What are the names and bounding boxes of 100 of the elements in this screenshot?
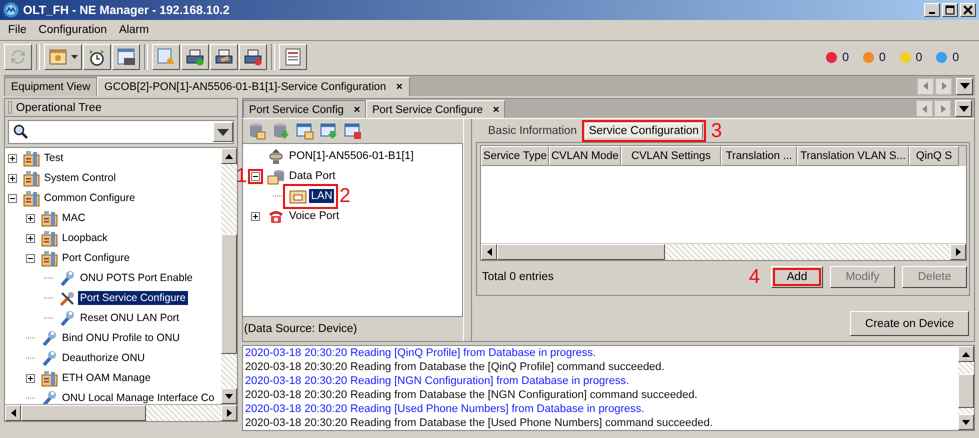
- tree-item[interactable]: ETH OAM Manage: [60, 371, 153, 385]
- tree-item[interactable]: Common Configure: [42, 191, 138, 205]
- document-tab[interactable]: Equipment View: [4, 77, 98, 96]
- document-icon: [283, 47, 303, 67]
- expander-toggle[interactable]: [26, 374, 35, 382]
- detail-tab[interactable]: Basic Information: [484, 123, 581, 139]
- expander-toggle[interactable]: [8, 154, 17, 162]
- expander-toggle[interactable]: [251, 212, 260, 220]
- wrench-icon: [41, 330, 58, 346]
- panel-title: Operational Tree: [16, 102, 102, 114]
- expander-toggle[interactable]: [26, 214, 35, 222]
- column-header[interactable]: Translation VLAN S...: [797, 146, 909, 166]
- toolbar-button[interactable]: [112, 44, 140, 70]
- search-field[interactable]: [8, 120, 234, 144]
- tree-item[interactable]: Reset ONU LAN Port: [78, 311, 182, 325]
- log-line: 2020-03-18 20:30:20 Reading [QinQ Profile] from Database in progress.: [245, 346, 597, 360]
- toolbar-button[interactable]: [239, 44, 267, 70]
- tree-item[interactable]: Loopback: [60, 231, 110, 245]
- toolbox-icon: [41, 210, 58, 226]
- tree-item[interactable]: System Control: [42, 171, 118, 185]
- toolbar-button[interactable]: [210, 44, 238, 70]
- menu-item[interactable]: Alarm: [112, 24, 155, 36]
- search-icon: [13, 124, 29, 140]
- up-arrow-icon: [962, 352, 970, 356]
- column-header[interactable]: Service Type: [481, 146, 549, 166]
- wrench-icon: [59, 270, 76, 286]
- close-icon: [963, 5, 973, 15]
- down-arrow-icon: [962, 420, 970, 424]
- tab-list-button[interactable]: [955, 100, 972, 117]
- window-arrow-icon[interactable]: [320, 122, 338, 140]
- editor-tab[interactable]: Port Service Config ×: [243, 100, 366, 118]
- tab-close-button[interactable]: ×: [492, 104, 500, 116]
- left-arrow-icon: [10, 409, 16, 417]
- tab-list-button[interactable]: [956, 78, 973, 94]
- column-header[interactable]: CVLAN Mode: [549, 146, 621, 166]
- left-arrow-icon: [486, 248, 492, 256]
- editor-tab[interactable]: Port Service Configure ×: [366, 100, 506, 118]
- toolbar-button[interactable]: [181, 44, 209, 70]
- database-book-icon[interactable]: [248, 122, 266, 140]
- tab-close-button[interactable]: ×: [354, 104, 360, 116]
- tree-item[interactable]: PON[1]-AN5506-01-B1[1]: [287, 149, 416, 163]
- expander-toggle[interactable]: [26, 254, 35, 262]
- window-title: OLT_FH - NE Manager - 192.168.10.2: [23, 3, 230, 17]
- menu-item[interactable]: File: [2, 24, 33, 36]
- tree-item[interactable]: MAC: [60, 211, 88, 225]
- network-node-icon: [267, 148, 285, 164]
- expander-toggle[interactable]: [8, 194, 17, 202]
- database-icon: [267, 168, 285, 184]
- maximize-button[interactable]: [942, 3, 958, 17]
- create-on-device-button[interactable]: Create on Device: [850, 311, 969, 336]
- alarm-count: 0: [952, 50, 959, 64]
- scroll-left-button[interactable]: [916, 100, 933, 117]
- scroll-left-button[interactable]: [917, 78, 934, 94]
- vertical-scrollbar[interactable]: [958, 346, 974, 430]
- document-tab[interactable]: GCOB[2]-PON[1]-AN5506-01-B1[1]-Service Configuration ×: [97, 77, 410, 96]
- entries-count: Total 0 entries: [481, 271, 554, 283]
- toolbox-icon: [23, 150, 40, 166]
- device-add-icon: [185, 47, 205, 67]
- minimize-button[interactable]: [924, 3, 940, 17]
- tree-item[interactable]: Port Service Configure: [78, 291, 188, 305]
- tree-item[interactable]: LAN: [309, 189, 334, 203]
- expander-toggle[interactable]: [8, 174, 17, 182]
- column-header[interactable]: Translation ...: [721, 146, 797, 166]
- tree-item[interactable]: Port Configure: [60, 251, 132, 265]
- window-delete-icon[interactable]: [344, 122, 362, 140]
- horizontal-scrollbar[interactable]: [481, 243, 966, 260]
- menu-item[interactable]: Configuration: [32, 24, 113, 36]
- tree-item[interactable]: Deauthorize ONU: [60, 351, 147, 365]
- dropdown-button[interactable]: [213, 122, 233, 142]
- tree-item[interactable]: ONU POTS Port Enable: [78, 271, 195, 285]
- vertical-scrollbar[interactable]: [221, 148, 237, 404]
- close-button[interactable]: [960, 3, 976, 17]
- tree-item[interactable]: Data Port: [287, 169, 338, 183]
- right-arrow-icon: [940, 104, 946, 112]
- tree-item[interactable]: Bind ONU Profile to ONU: [60, 331, 182, 345]
- column-header[interactable]: QinQ S: [909, 146, 959, 166]
- toolbar-button[interactable]: [44, 44, 82, 70]
- action-button[interactable]: Add: [771, 266, 823, 288]
- column-header[interactable]: CVLAN Settings: [621, 146, 721, 166]
- tree-item[interactable]: Test: [42, 151, 66, 165]
- toolbox-icon: [23, 190, 40, 206]
- tree-line: [26, 397, 36, 399]
- tree-item[interactable]: Voice Port: [287, 209, 342, 223]
- callout-number: 4: [748, 268, 760, 286]
- toolbar-button[interactable]: [83, 44, 111, 70]
- tree-line: [26, 357, 36, 359]
- expander-toggle[interactable]: [26, 234, 35, 242]
- tree-item[interactable]: ONU Local Manage Interface Co: [60, 391, 216, 404]
- detail-tab[interactable]: Service Configuration: [584, 123, 703, 139]
- splitter-handle[interactable]: [463, 119, 472, 341]
- toolbar-button[interactable]: [279, 44, 307, 70]
- tab-close-button[interactable]: ×: [396, 81, 403, 93]
- up-arrow-icon: [225, 154, 233, 158]
- horizontal-scrollbar[interactable]: [5, 404, 237, 421]
- log-line: 2020-03-18 20:30:20 Reading from Database the [Used Phone Numbers] command succeeded.: [245, 416, 714, 430]
- device-remove-icon: [243, 47, 263, 67]
- window-book-icon[interactable]: [296, 122, 314, 140]
- toolbar-button[interactable]: [152, 44, 180, 70]
- callout-number: 1: [236, 166, 247, 184]
- ethernet-port-icon: [289, 188, 307, 204]
